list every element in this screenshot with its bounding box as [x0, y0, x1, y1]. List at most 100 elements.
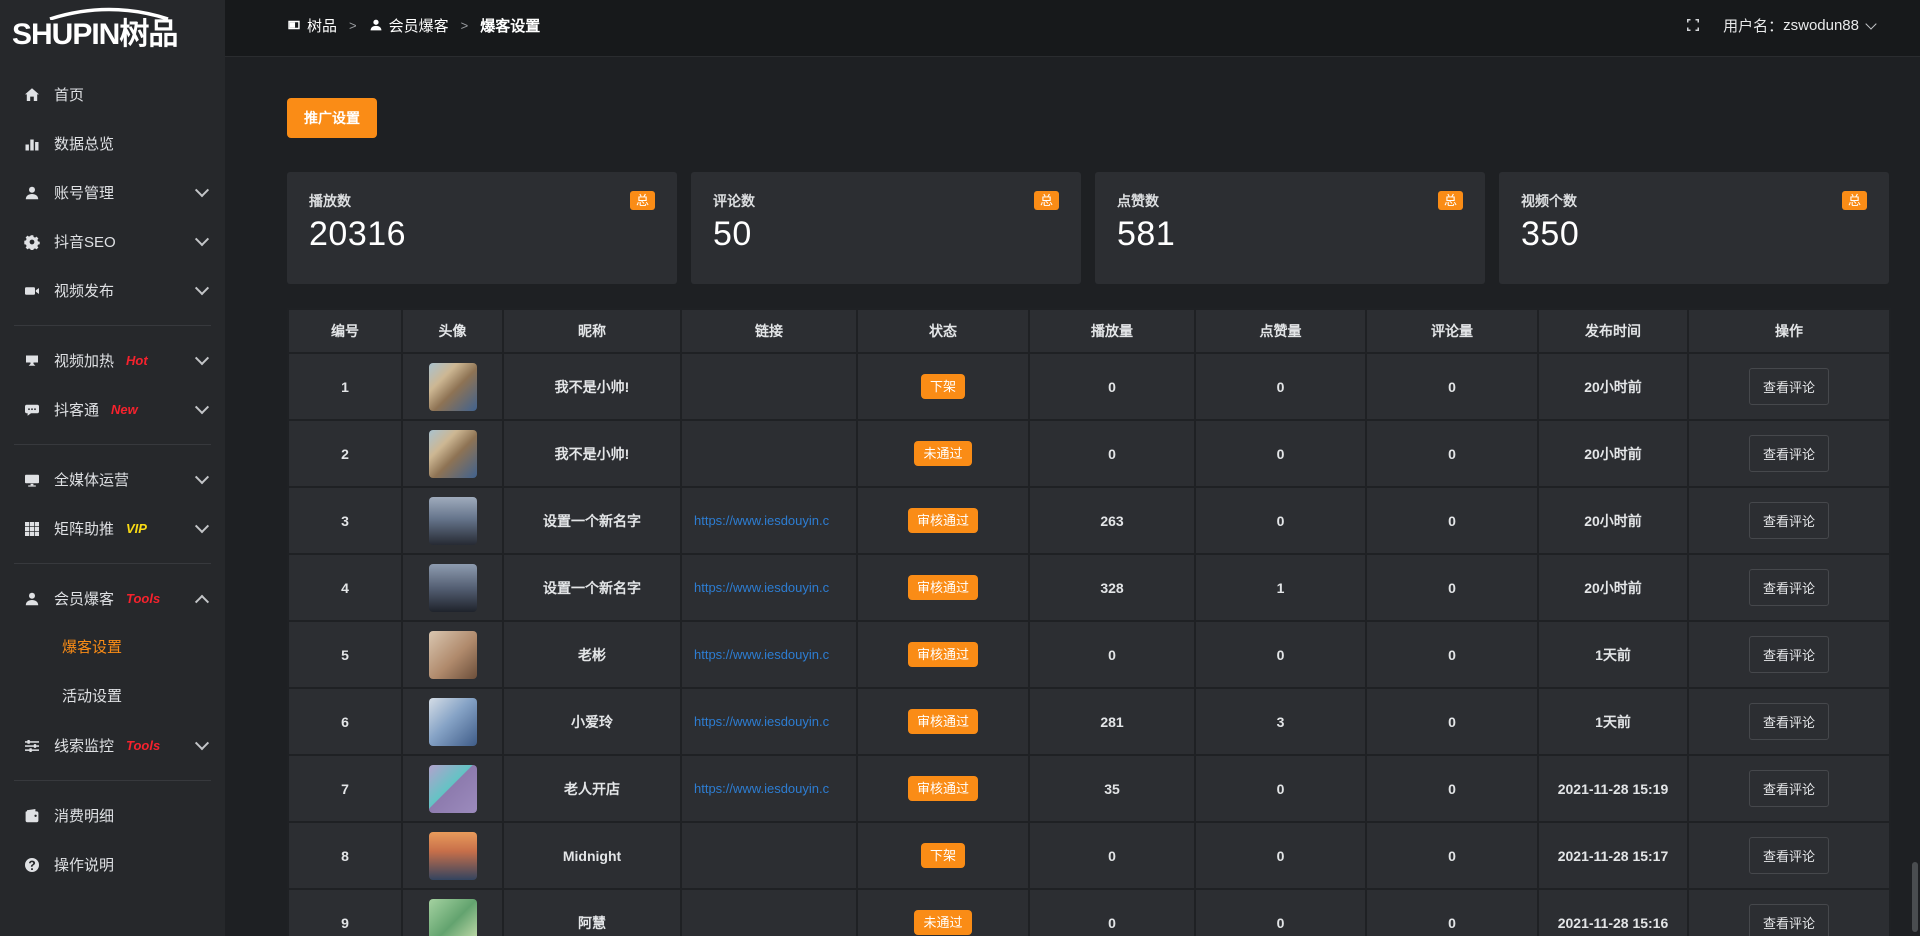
- breadcrumb-item-member[interactable]: 会员爆客: [369, 15, 449, 36]
- cell-nickname: 我不是小帅!: [503, 420, 681, 487]
- view-comments-button[interactable]: 查看评论: [1749, 435, 1829, 472]
- stat-cards: 播放数总20316评论数总50点赞数总581视频个数总350: [287, 172, 1889, 284]
- stat-card: 视频个数总350: [1499, 172, 1889, 284]
- sidebar-item[interactable]: 视频加热Hot: [0, 336, 225, 385]
- video-link[interactable]: https://www.iesdouyin.c: [682, 580, 856, 595]
- sidebar-item[interactable]: 抖音SEO: [0, 217, 225, 266]
- sidebar-subitem[interactable]: 爆客设置: [0, 623, 225, 672]
- status-badge: 审核通过: [908, 575, 978, 600]
- view-comments-button[interactable]: 查看评论: [1749, 368, 1829, 405]
- video-link[interactable]: https://www.iesdouyin.c: [682, 714, 856, 729]
- sidebar-item-label: 会员爆客: [54, 588, 114, 609]
- cell-status: 下架: [857, 822, 1029, 889]
- cell-nickname: Midnight: [503, 822, 681, 889]
- cell-likes: 0: [1195, 889, 1366, 936]
- cell-action: 查看评论: [1688, 353, 1890, 420]
- column-header: 状态: [857, 309, 1029, 353]
- video-link[interactable]: https://www.iesdouyin.c: [682, 647, 856, 662]
- fullscreen-icon[interactable]: [1685, 17, 1701, 33]
- cell-comments: 0: [1366, 554, 1538, 621]
- view-comments-button[interactable]: 查看评论: [1749, 636, 1829, 673]
- stat-value: 20316: [309, 215, 655, 254]
- cell-plays: 0: [1029, 822, 1195, 889]
- cell-action: 查看评论: [1688, 621, 1890, 688]
- topbar: 树品 > 会员爆客 > 爆客设置 用户名： zswodun88: [225, 0, 1920, 57]
- view-comments-button[interactable]: 查看评论: [1749, 569, 1829, 606]
- chevron-down-icon: [195, 183, 209, 197]
- wallet-icon: [24, 808, 40, 824]
- sidebar-item-label: 全媒体运营: [54, 469, 129, 490]
- sidebar-item[interactable]: 抖客通 New: [0, 385, 225, 434]
- sidebar-item[interactable]: 账号管理: [0, 168, 225, 217]
- sidebar-item[interactable]: 消费明细: [0, 791, 225, 840]
- status-badge: 审核通过: [908, 776, 978, 801]
- breadcrumb-item-shupin[interactable]: 树品: [287, 15, 337, 36]
- cell-status: 审核通过: [857, 755, 1029, 822]
- sidebar-divider: [14, 780, 211, 781]
- status-badge: 审核通过: [908, 709, 978, 734]
- grid-icon: [24, 521, 40, 537]
- sidebar-item-label: 数据总览: [54, 133, 114, 154]
- sidebar-divider: [14, 444, 211, 445]
- sidebar-item[interactable]: 操作说明: [0, 840, 225, 889]
- sidebar-subitem[interactable]: 活动设置: [0, 672, 225, 721]
- content: 推广设置 播放数总20316评论数总50点赞数总581视频个数总350 编号头像…: [225, 57, 1920, 936]
- view-comments-button[interactable]: 查看评论: [1749, 904, 1829, 936]
- cell-id: 8: [288, 822, 402, 889]
- breadcrumb-separator: >: [461, 18, 469, 33]
- video-table: 编号头像昵称链接状态播放量点赞量评论量发布时间操作 1我不是小帅!下架00020…: [287, 308, 1891, 936]
- cell-id: 5: [288, 621, 402, 688]
- sidebar-item[interactable]: 矩阵助推 VIP: [0, 504, 225, 553]
- promo-settings-button[interactable]: 推广设置: [287, 98, 377, 138]
- view-comments-button[interactable]: 查看评论: [1749, 837, 1829, 874]
- user-icon: [24, 185, 40, 201]
- stat-total-badge: 总: [1842, 191, 1867, 210]
- sidebar-item-label: 矩阵助推: [54, 518, 114, 539]
- sidebar-item[interactable]: 会员爆客Tools: [0, 574, 225, 623]
- sidebar-item[interactable]: 首页: [0, 70, 225, 119]
- cell-plays: 0: [1029, 353, 1195, 420]
- column-header: 播放量: [1029, 309, 1195, 353]
- brand-logo[interactable]: SHUPIN树品: [0, 0, 225, 70]
- cell-nickname: 老人开店: [503, 755, 681, 822]
- stat-card: 点赞数总581: [1095, 172, 1485, 284]
- view-comments-button[interactable]: 查看评论: [1749, 703, 1829, 740]
- breadcrumb-separator: >: [349, 18, 357, 33]
- sidebar-divider: [14, 325, 211, 326]
- menu-tag: VIP: [126, 521, 147, 536]
- cell-comments: 0: [1366, 487, 1538, 554]
- column-header: 操作: [1688, 309, 1890, 353]
- table-row: 7老人开店https://www.iesdouyin.c审核通过35002021…: [288, 755, 1890, 822]
- view-comments-button[interactable]: 查看评论: [1749, 770, 1829, 807]
- cell-comments: 0: [1366, 822, 1538, 889]
- video-link[interactable]: https://www.iesdouyin.c: [682, 513, 856, 528]
- video-link[interactable]: https://www.iesdouyin.c: [682, 781, 856, 796]
- cell-action: 查看评论: [1688, 487, 1890, 554]
- cell-plays: 0: [1029, 889, 1195, 936]
- cell-plays: 0: [1029, 621, 1195, 688]
- menu-tag: New: [111, 402, 138, 417]
- sidebar-item[interactable]: 数据总览: [0, 119, 225, 168]
- stat-value: 581: [1117, 215, 1463, 254]
- view-comments-button[interactable]: 查看评论: [1749, 502, 1829, 539]
- cell-avatar: [402, 889, 503, 936]
- topbar-right: 用户名： zswodun88: [1685, 15, 1875, 36]
- user-menu[interactable]: 用户名： zswodun88: [1723, 15, 1875, 36]
- sidebar-item-label: 线索监控: [54, 735, 114, 756]
- sidebar-item[interactable]: 视频发布: [0, 266, 225, 315]
- menu-tag: Tools: [126, 738, 160, 753]
- cell-time: 20小时前: [1538, 487, 1688, 554]
- scrollbar-thumb[interactable]: [1912, 862, 1918, 932]
- sidebar-item[interactable]: 线索监控 Tools: [0, 721, 225, 770]
- cell-avatar: [402, 420, 503, 487]
- cell-id: 4: [288, 554, 402, 621]
- sidebar-item[interactable]: 全媒体运营: [0, 455, 225, 504]
- stat-label: 点赞数: [1117, 191, 1159, 211]
- cell-likes: 0: [1195, 420, 1366, 487]
- cell-link: [681, 353, 857, 420]
- sidebar-item-label: 抖客通: [54, 399, 99, 420]
- stat-total-badge: 总: [1034, 191, 1059, 210]
- column-header: 链接: [681, 309, 857, 353]
- column-header: 头像: [402, 309, 503, 353]
- cell-likes: 0: [1195, 487, 1366, 554]
